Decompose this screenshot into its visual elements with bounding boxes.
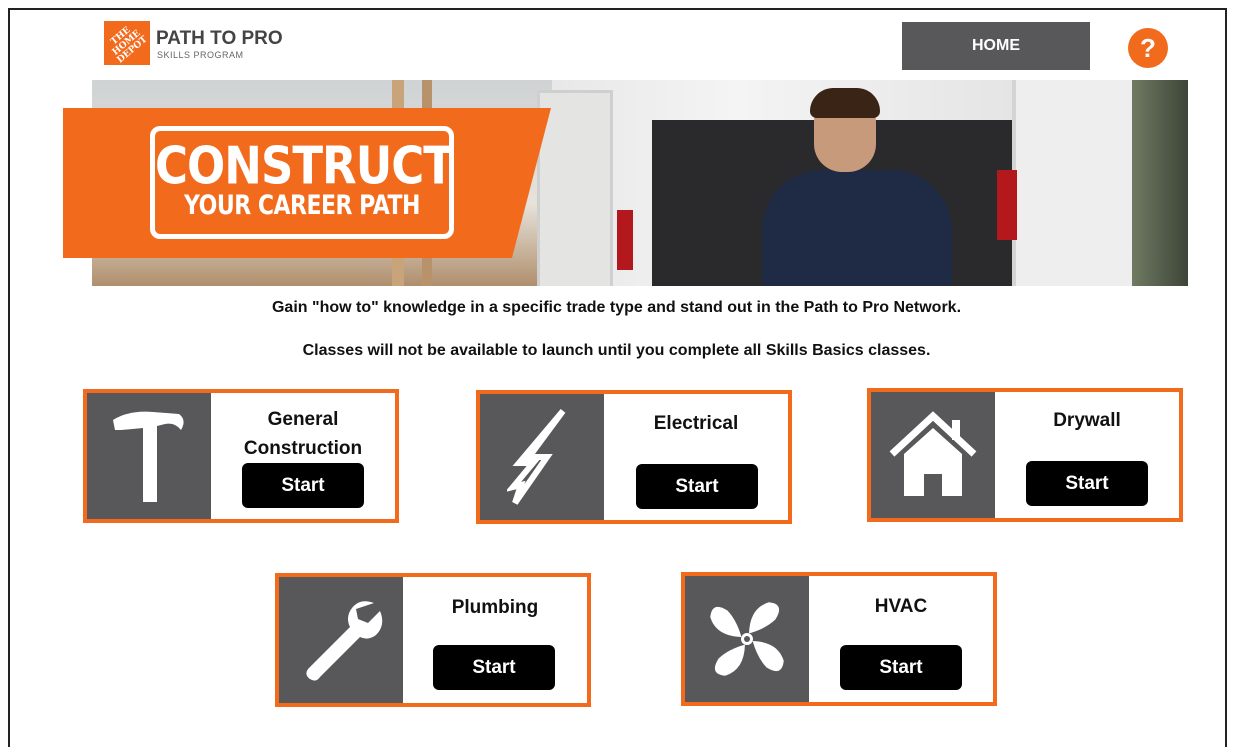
banner-headline: CONSTRUCT (155, 135, 454, 196)
course-card-electrical: Electrical Start (476, 390, 792, 524)
card-icon-panel (871, 392, 995, 518)
brand-title: PATH TO PRO (156, 28, 283, 49)
banner-person-body (762, 170, 952, 286)
card-title: Construction (243, 438, 363, 459)
prerequisite-notice: Classes will not be available to launch … (302, 342, 931, 359)
banner-subheadline: YOUR CAREER PATH (184, 191, 420, 222)
start-button-general-construction[interactable]: Start (242, 463, 364, 508)
card-icon-panel (279, 577, 403, 703)
home-depot-logo: THE HOME DEPOT (104, 21, 150, 65)
wrench-icon (306, 601, 383, 681)
lightning-icon (507, 409, 566, 505)
banner-tail-light (997, 170, 1017, 240)
card-title: General (267, 409, 339, 430)
banner-headline-box: CONSTRUCT YOUR CAREER PATH (150, 126, 454, 239)
hammer-icon (113, 411, 184, 502)
card-icon-panel (87, 393, 211, 519)
house-icon (889, 411, 977, 496)
start-button-plumbing[interactable]: Start (433, 645, 555, 690)
start-button-drywall[interactable]: Start (1026, 461, 1148, 506)
course-card-general-construction: General Construction Start (83, 389, 399, 523)
logo-text: THE HOME DEPOT (109, 25, 150, 66)
banner-van-door (1012, 80, 1136, 286)
brand-subtitle: SKILLS PROGRAM (157, 50, 244, 60)
card-title: HVAC (874, 596, 928, 617)
help-icon[interactable]: ? (1128, 28, 1168, 68)
banner-person-hair (810, 88, 880, 118)
card-title: Plumbing (451, 597, 539, 618)
banner-van-door (537, 90, 613, 286)
course-card-plumbing: Plumbing Start (275, 573, 591, 707)
card-title: Electrical (653, 413, 739, 434)
course-card-hvac: HVAC Start (681, 572, 997, 706)
home-button[interactable]: HOME (902, 22, 1090, 70)
banner-tail-light (617, 210, 633, 270)
start-button-hvac[interactable]: Start (840, 645, 962, 690)
course-card-drywall: Drywall Start (867, 388, 1183, 522)
start-button-electrical[interactable]: Start (636, 464, 758, 509)
fan-icon (710, 602, 784, 676)
card-icon-panel (480, 394, 604, 520)
banner-trees (1132, 80, 1188, 286)
intro-text: Gain "how to" knowledge in a specific tr… (271, 299, 962, 316)
card-title: Drywall (1053, 410, 1121, 431)
card-icon-panel (685, 576, 809, 702)
